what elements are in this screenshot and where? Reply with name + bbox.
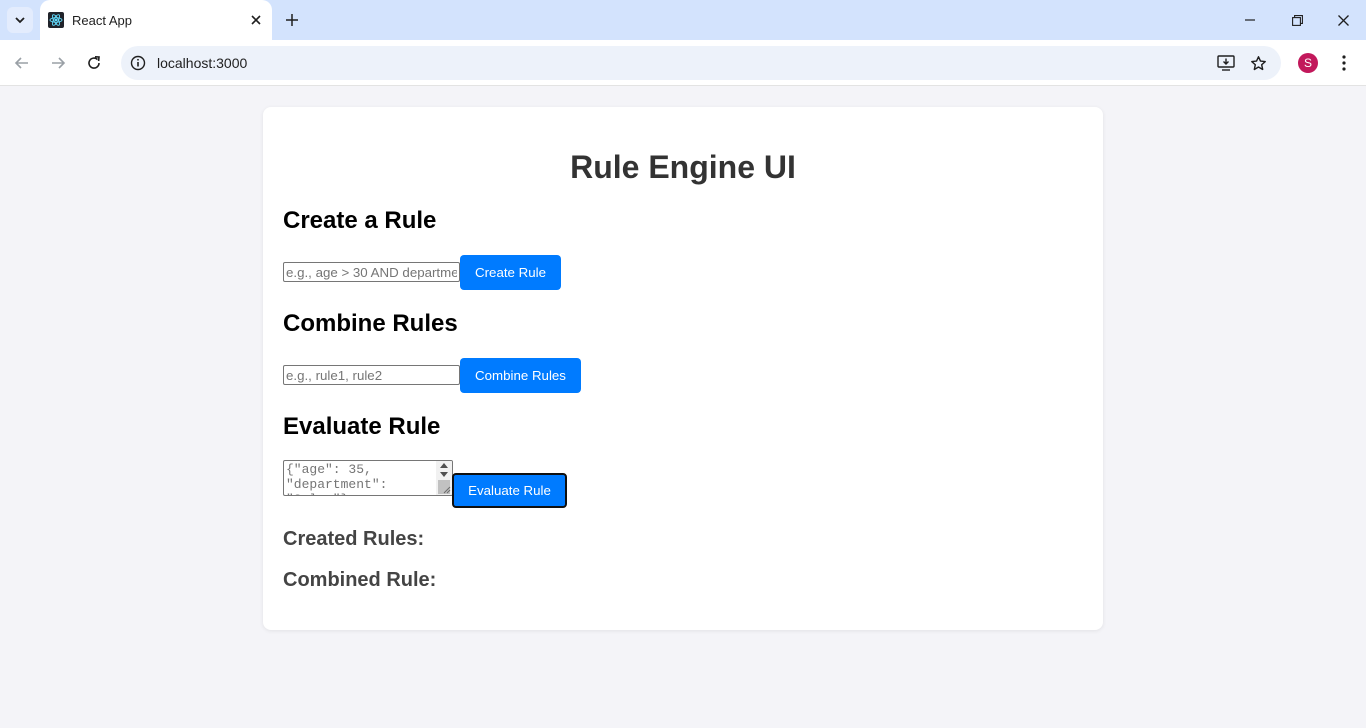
- profile-avatar[interactable]: S: [1298, 53, 1318, 73]
- browser-tabbar: React App: [0, 0, 1366, 40]
- scroll-down-arrow-icon[interactable]: [440, 472, 448, 477]
- install-app-icon[interactable]: [1216, 53, 1236, 73]
- back-arrow-icon[interactable]: [12, 53, 32, 73]
- combined-rule-heading: Combined Rule:: [283, 569, 437, 591]
- scroll-up-arrow-icon[interactable]: [440, 463, 448, 468]
- created-rules-heading: Created Rules:: [283, 528, 425, 550]
- page-title: Rule Engine UI: [570, 149, 796, 185]
- evaluate-data-field[interactable]: [284, 461, 436, 495]
- restore-window-icon[interactable]: [1287, 10, 1307, 30]
- tab-title: React App: [72, 13, 132, 28]
- evaluate-data-textarea[interactable]: [283, 460, 453, 496]
- address-bar[interactable]: localhost:3000: [121, 46, 1281, 80]
- chevron-down-icon: [15, 17, 25, 24]
- site-info-icon[interactable]: [129, 54, 147, 72]
- tab-search-button[interactable]: [7, 7, 33, 33]
- combine-rules-button[interactable]: Combine Rules: [460, 358, 581, 393]
- forward-arrow-icon[interactable]: [48, 53, 68, 73]
- combine-rules-heading: Combine Rules: [283, 310, 458, 337]
- rule-string-input[interactable]: [283, 262, 460, 282]
- resize-grip-icon[interactable]: [443, 486, 451, 494]
- url-text[interactable]: localhost:3000: [157, 55, 247, 71]
- reload-icon[interactable]: [84, 53, 104, 73]
- create-rule-button[interactable]: Create Rule: [460, 255, 561, 290]
- evaluate-rule-heading: Evaluate Rule: [283, 413, 441, 440]
- browser-tab-active[interactable]: React App: [40, 0, 272, 40]
- minimize-window-icon[interactable]: [1240, 10, 1260, 30]
- more-menu-icon[interactable]: [1334, 53, 1354, 73]
- browser-toolbar: localhost:3000 S: [0, 40, 1366, 86]
- rule-engine-card: Rule Engine UI Create a Rule Create Rule…: [263, 107, 1103, 630]
- evaluate-rule-button[interactable]: Evaluate Rule: [452, 473, 567, 508]
- close-window-icon[interactable]: [1333, 10, 1353, 30]
- combine-rules-input[interactable]: [283, 365, 460, 385]
- create-rule-heading: Create a Rule: [283, 207, 437, 234]
- react-logo-icon: [48, 12, 64, 28]
- bookmark-star-icon[interactable]: [1248, 53, 1268, 73]
- new-tab-plus-icon[interactable]: [282, 10, 302, 30]
- close-tab-icon[interactable]: [248, 12, 264, 28]
